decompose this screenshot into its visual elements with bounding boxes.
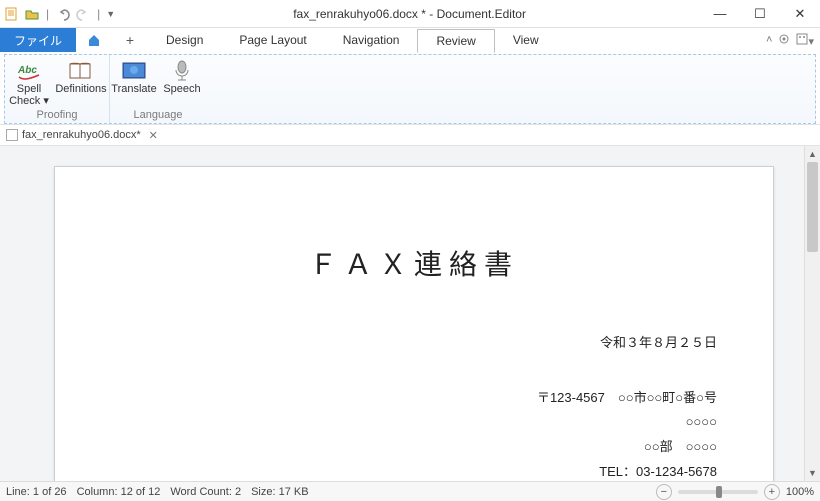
vertical-scrollbar[interactable]: ▲ ▼ — [804, 146, 820, 481]
definitions-button[interactable]: Definitions — [53, 57, 109, 107]
scroll-thumb[interactable] — [807, 162, 818, 252]
scroll-down-button[interactable]: ▼ — [805, 465, 820, 481]
proofing-group-label: Proofing — [37, 109, 78, 122]
document-tab-close-icon[interactable]: ✕ — [149, 129, 158, 142]
page-layout-tab[interactable]: Page Layout — [221, 28, 324, 52]
document-icon — [6, 129, 18, 141]
doc-company: ○○○○ — [111, 410, 717, 435]
maximize-button[interactable]: ☐ — [740, 0, 780, 28]
zoom-out-button[interactable]: − — [656, 484, 672, 500]
home-tab-icon[interactable] — [76, 28, 112, 52]
design-tab[interactable]: Design — [148, 28, 221, 52]
translate-icon — [121, 59, 147, 83]
status-size: Size: 17 KB — [251, 486, 308, 498]
file-tab[interactable]: ファイル — [0, 28, 76, 52]
settings-gear-icon[interactable] — [778, 33, 790, 48]
document-tab-strip: fax_renrakuhyo06.docx* ✕ — [0, 124, 820, 146]
new-doc-icon[interactable] — [4, 6, 20, 22]
document-tab-label[interactable]: fax_renrakuhyo06.docx* — [22, 129, 141, 141]
page-content: ＦＡＸ連絡書 令和３年８月２５日 〒123-4567 ○○市○○町○番○号 ○○… — [55, 167, 773, 481]
spell-check-label: Spell Check — [9, 83, 41, 107]
review-tab[interactable]: Review — [417, 29, 494, 53]
translate-button[interactable]: Translate — [110, 57, 158, 95]
ribbon-group-language: Translate Speech Language — [110, 55, 206, 123]
undo-icon[interactable] — [55, 6, 71, 22]
zoom-slider[interactable] — [678, 490, 758, 494]
qat-dropdown-icon[interactable]: ▼ — [106, 9, 115, 19]
quick-access-toolbar: | | ▼ — [0, 0, 119, 27]
spell-check-icon: Abc — [16, 59, 42, 83]
speech-icon — [169, 59, 195, 83]
svg-text:Abc: Abc — [17, 65, 37, 76]
speech-button[interactable]: Speech — [158, 57, 206, 95]
status-bar: Line: 1 of 26 Column: 12 of 12 Word Coun… — [0, 481, 820, 501]
scroll-track[interactable] — [807, 162, 818, 465]
doc-tel: TEL：03-1234-5678 — [111, 460, 717, 481]
close-button[interactable]: ✕ — [780, 0, 820, 28]
view-tab[interactable]: View — [495, 28, 557, 52]
help-icon[interactable]: ▾ — [796, 33, 814, 48]
separator: | — [46, 7, 49, 21]
language-group-label: Language — [134, 109, 183, 122]
zoom-level: 100% — [786, 486, 814, 498]
doc-date: 令和３年８月２５日 — [111, 331, 717, 356]
add-tab-button[interactable]: + — [112, 28, 148, 52]
status-word-count: Word Count: 2 — [170, 486, 241, 498]
redo-icon[interactable] — [75, 6, 91, 22]
editor-workspace: ＦＡＸ連絡書 令和３年８月２５日 〒123-4567 ○○市○○町○番○号 ○○… — [0, 146, 820, 481]
definitions-icon — [68, 59, 94, 83]
window-controls: — ☐ ✕ — [700, 0, 820, 28]
open-icon[interactable] — [24, 6, 40, 22]
navigation-tab[interactable]: Navigation — [325, 28, 418, 52]
speech-label: Speech — [163, 83, 200, 95]
minimize-button[interactable]: — — [700, 0, 740, 28]
zoom-in-button[interactable]: + — [764, 484, 780, 500]
translate-label: Translate — [111, 83, 156, 95]
spell-check-button[interactable]: Abc Spell Check ▾ — [5, 57, 53, 107]
definitions-label: Definitions — [55, 83, 106, 95]
status-column: Column: 12 of 12 — [77, 486, 161, 498]
doc-title: ＦＡＸ連絡書 — [111, 243, 717, 283]
separator: | — [97, 7, 100, 21]
ribbon: Abc Spell Check ▾ Definitions Proofing T… — [4, 54, 816, 124]
document-page[interactable]: ＦＡＸ連絡書 令和３年８月２５日 〒123-4567 ○○市○○町○番○号 ○○… — [54, 166, 774, 481]
ribbon-group-proofing: Abc Spell Check ▾ Definitions Proofing — [5, 55, 110, 123]
scroll-up-button[interactable]: ▲ — [805, 146, 820, 162]
collapse-ribbon-icon[interactable]: ˄ — [766, 34, 772, 46]
title-bar: | | ▼ fax_renrakuhyo06.docx * - Document… — [0, 0, 820, 28]
doc-header-right: 令和３年８月２５日 〒123-4567 ○○市○○町○番○号 ○○○○ ○○部 … — [111, 331, 717, 481]
doc-dept: ○○部 ○○○○ — [111, 435, 717, 460]
menu-bar: ファイル + Design Page Layout Navigation Rev… — [0, 28, 820, 52]
zoom-slider-thumb[interactable] — [716, 486, 722, 498]
zoom-control: − + 100% — [656, 484, 814, 500]
status-line: Line: 1 of 26 — [6, 486, 67, 498]
ribbon-right-controls: ˄ ▾ — [766, 28, 820, 52]
doc-address: 〒123-4567 ○○市○○町○番○号 — [111, 386, 717, 411]
window-title: fax_renrakuhyo06.docx * - Document.Edito… — [119, 7, 700, 21]
